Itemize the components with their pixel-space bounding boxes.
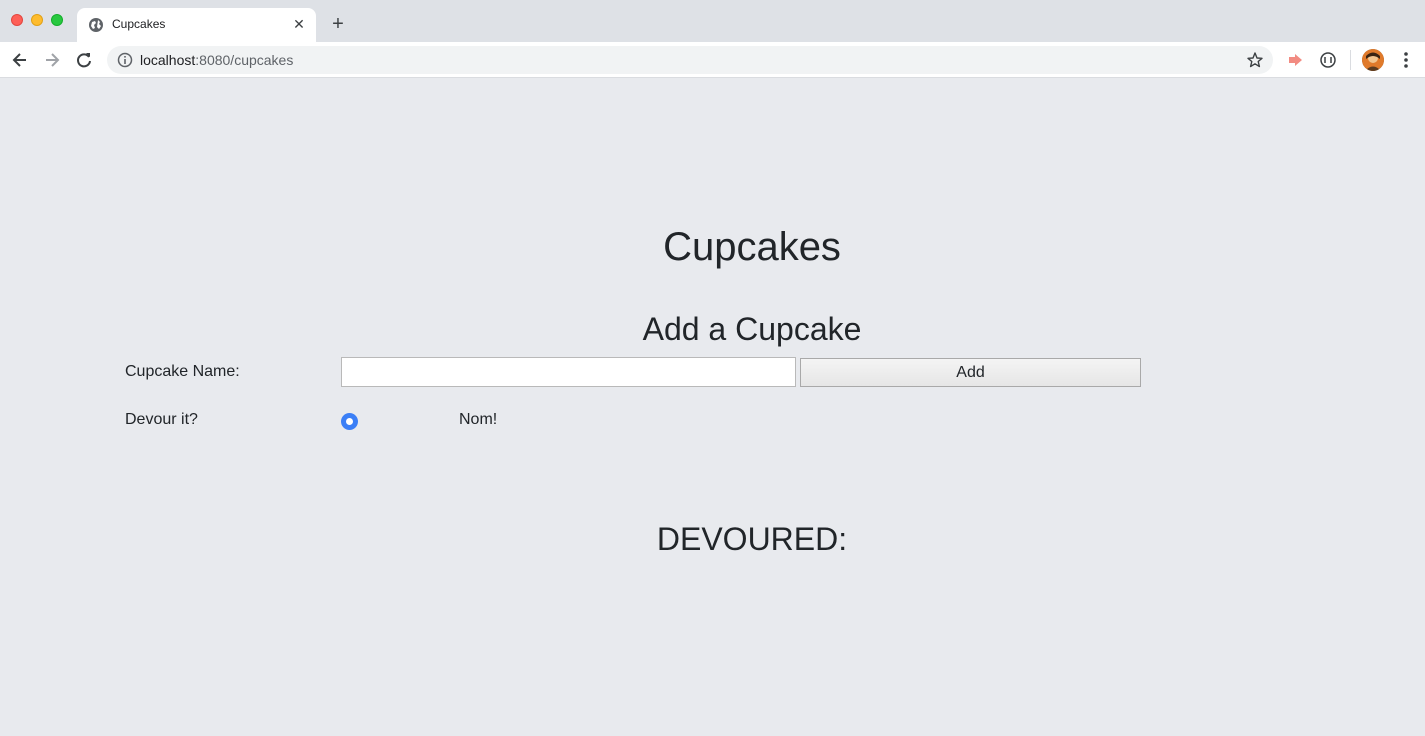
browser-tab-bar: Cupcakes ✕ + [0,0,1425,42]
page-title: Cupcakes [663,225,841,269]
devoured-heading: DEVOURED: [656,521,848,557]
devour-radio[interactable] [341,413,358,430]
nom-label: Nom! [459,411,498,428]
profile-avatar[interactable] [1362,49,1384,71]
cupcake-name-input[interactable] [341,357,796,387]
add-button[interactable]: Add [800,358,1141,387]
window-minimize-button[interactable] [31,14,43,26]
url-host: localhost [140,52,196,68]
globe-icon [89,18,103,32]
menu-kebab-icon[interactable] [1395,49,1417,71]
window-close-button[interactable] [11,14,23,26]
add-cupcake-heading: Add a Cupcake [642,311,862,347]
extension-icon[interactable] [1284,49,1306,71]
tab-title: Cupcakes [112,17,166,31]
back-arrow-icon[interactable] [9,49,31,71]
devour-label: Devour it? [125,411,198,428]
extension-circle-icon[interactable] [1317,49,1339,71]
new-tab-button[interactable]: + [328,14,348,34]
reload-icon[interactable] [73,49,95,71]
window-zoom-button[interactable] [51,14,63,26]
tab-close-icon[interactable]: ✕ [290,15,308,33]
toolbar-separator [1350,50,1351,70]
browser-tab-cupcakes[interactable]: Cupcakes ✕ [77,8,316,42]
url-text[interactable]: localhost:8080/cupcakes [140,52,293,68]
page-content: Cupcakes Add a Cupcake Cupcake Name: Add… [0,79,1425,736]
address-bar[interactable]: localhost:8080/cupcakes [107,46,1273,74]
forward-arrow-icon[interactable] [41,49,63,71]
bookmark-star-icon[interactable] [1246,51,1264,69]
browser-toolbar: localhost:8080/cupcakes [0,42,1425,78]
url-path: :8080/cupcakes [195,52,294,68]
cupcake-name-label: Cupcake Name: [125,363,240,380]
info-icon[interactable] [117,52,133,68]
